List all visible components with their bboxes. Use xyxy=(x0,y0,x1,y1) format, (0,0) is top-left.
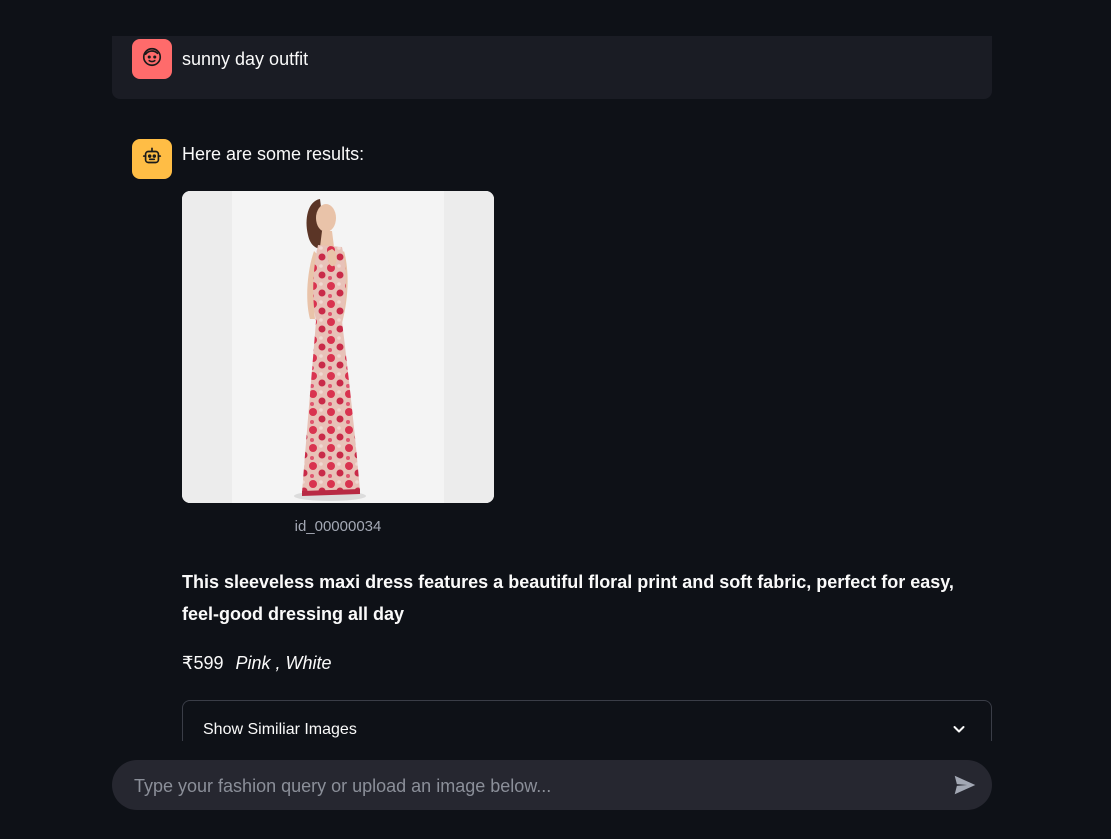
image-caption: id_00000034 xyxy=(294,518,382,535)
send-button[interactable] xyxy=(952,772,978,798)
user-message: sunny day outfit xyxy=(112,36,992,99)
chat-input-bar xyxy=(112,760,992,812)
smiley-face-icon xyxy=(141,46,163,73)
user-message-text: sunny day outfit xyxy=(182,49,309,69)
similar-images-expander[interactable]: Show Similiar Images xyxy=(182,700,992,741)
chat-input[interactable] xyxy=(132,760,936,812)
robot-icon xyxy=(141,146,163,173)
product-colors: Pink , White xyxy=(235,653,332,673)
product-image[interactable] xyxy=(182,191,494,503)
user-avatar xyxy=(132,39,172,79)
product-description: This sleeveless maxi dress features a be… xyxy=(182,572,954,624)
chevron-down-icon[interactable] xyxy=(951,721,967,737)
send-icon xyxy=(952,775,978,801)
expander-label: Show Similiar Images xyxy=(203,721,357,738)
price-row: ₹599 Pink , White xyxy=(182,652,332,674)
product-price: ₹599 xyxy=(182,653,224,673)
bot-intro-text: Here are some results: xyxy=(182,144,365,164)
chat-page: sunny day outfit Here are some results: xyxy=(0,0,1111,839)
bot-avatar xyxy=(132,139,172,179)
